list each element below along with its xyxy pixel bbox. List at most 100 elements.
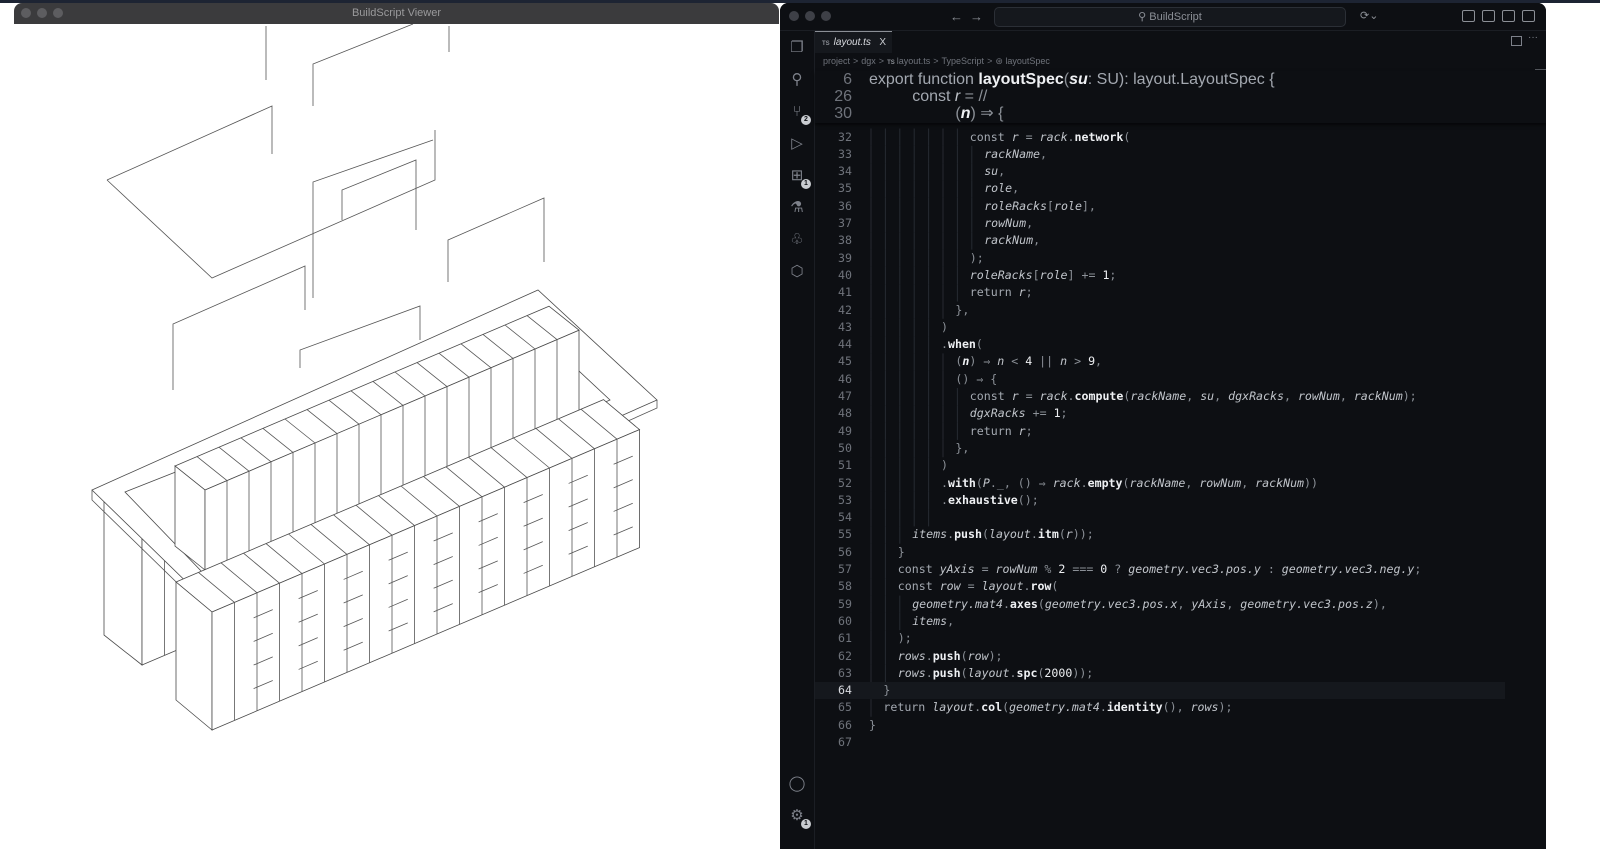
code-token: ( <box>960 665 968 680</box>
code-token: ( <box>975 337 983 352</box>
code-text: rows.push(layout.spc(2000)); <box>898 665 1094 682</box>
code-text: ) <box>941 457 948 474</box>
line-number: 67 <box>838 735 852 749</box>
line-number: 63 <box>838 665 852 680</box>
code-line[interactable]: 60 items, <box>815 613 1505 630</box>
cable-tray-line <box>341 159 417 230</box>
code-token: < <box>1004 354 1026 369</box>
code-line[interactable]: 45 (n) ⇒ n < 4 || n > 9, <box>815 353 1505 370</box>
code-token: , <box>1040 146 1048 161</box>
search-icon[interactable]: ⚲ <box>788 71 806 89</box>
code-line[interactable]: 64} <box>815 682 1505 700</box>
code-text: const r = rack.compute(rackName, su, dgx… <box>970 388 1417 405</box>
code-line[interactable]: 58 const row = layout.row( <box>815 578 1505 595</box>
code-text: }, <box>955 302 969 319</box>
code-line[interactable]: 59 geometry.mat4.axes(geometry.vec3.pos.x… <box>815 596 1505 613</box>
code-token: . <box>941 492 948 507</box>
3d-viewport[interactable] <box>14 24 779 843</box>
code-token: )) <box>1304 475 1319 490</box>
code-token: }, <box>955 440 970 455</box>
code-line[interactable]: 63 rows.push(layout.spc(2000)); <box>815 665 1505 682</box>
code-text: role, <box>984 180 1019 197</box>
code-token: rows <box>897 665 926 680</box>
code-line[interactable]: 52 .with(P._, () ⇒ rack.empty(rackName, r… <box>815 475 1505 492</box>
code-line[interactable]: 48 dgxRacks += 1; <box>815 405 1505 422</box>
cable-tray-line <box>172 265 306 390</box>
code-line[interactable]: 54 <box>815 509 1505 526</box>
code-line[interactable]: 53 .exhaustive(); <box>815 492 1505 509</box>
code-line[interactable]: 30 (n) ⇒ { <box>815 105 1505 122</box>
code-line[interactable]: 66} <box>815 717 1505 734</box>
account-icon[interactable]: ◯ <box>788 775 806 793</box>
testing-flask-icon[interactable]: ⚗ <box>788 199 806 217</box>
code-token: rowNum <box>984 216 1027 230</box>
code-line[interactable]: 39); <box>815 250 1505 267</box>
code-line[interactable]: 65 return layout.col(geometry.mat4.identi… <box>815 699 1505 716</box>
code-token: (), <box>1162 700 1191 715</box>
code-line[interactable]: 67 <box>815 734 1505 751</box>
code-token: const <box>897 562 940 576</box>
code-text: }, <box>955 440 969 457</box>
line-number: 35 <box>838 181 852 196</box>
code-line[interactable]: 38 rackNum, <box>815 232 1505 249</box>
code-line[interactable]: 34 su, <box>815 163 1505 180</box>
close-window-button[interactable] <box>789 11 799 21</box>
package-box-icon[interactable]: ⬡ <box>788 263 806 281</box>
line-number: 43 <box>838 319 852 334</box>
code-line[interactable]: 41 return r; <box>815 284 1505 301</box>
source-control-icon[interactable]: ⑂ 2 <box>788 103 811 125</box>
code-line[interactable]: 62 rows.push(row); <box>815 648 1505 665</box>
minimize-window-button[interactable] <box>805 11 815 21</box>
code-token: , <box>1226 596 1241 611</box>
code-text: const r = rack.network( <box>970 129 1131 146</box>
code-editor[interactable]: 32 const r = rack.network(33 rackName, 34 su… <box>815 3 1546 849</box>
code-token: itm <box>1037 527 1059 542</box>
code-line[interactable]: 6 export function layoutSpec(su: SU): lay… <box>815 71 1505 88</box>
line-number: 33 <box>838 146 852 161</box>
cable-tray-plane <box>106 105 273 181</box>
extensions-icon[interactable]: ⊞ 1 <box>788 167 811 189</box>
code-line[interactable]: 35 role, <box>815 180 1505 197</box>
code-token: n <box>960 105 971 122</box>
code-line[interactable]: 55 items.push(layout.itm(r)); <box>815 526 1505 543</box>
code-line[interactable]: 46 () ⇒ { <box>815 371 1505 388</box>
run-debug-icon[interactable]: ▷ <box>788 135 806 153</box>
line-number: 34 <box>838 164 852 179</box>
code-token: ; <box>1414 562 1422 576</box>
explorer-icon[interactable]: ❐ <box>788 39 806 57</box>
code-line[interactable]: 49 return r; <box>815 423 1505 440</box>
code-token: 9 <box>1088 354 1096 369</box>
line-number: 41 <box>838 285 852 300</box>
code-line[interactable]: 47 const r = rack.compute(rackName, su, d… <box>815 388 1505 405</box>
code-text: (n) ⇒ n < 4 || n > 9, <box>955 353 1102 370</box>
code-line[interactable]: 37 rowNum, <box>815 215 1505 232</box>
code-token: ); <box>897 631 912 646</box>
code-line[interactable]: 36 roleRacks[role], <box>815 198 1505 215</box>
code-token: push <box>954 527 982 542</box>
code-token: layout <box>932 700 975 715</box>
code-line[interactable]: 33 rackName, <box>815 146 1505 163</box>
code-line[interactable]: 32 const r = rack.network( <box>815 129 1505 146</box>
code-text: ); <box>970 250 984 267</box>
code-line[interactable]: 56} <box>815 544 1505 561</box>
code-token: rackName <box>1129 475 1186 490</box>
code-line[interactable]: 44 .when( <box>815 336 1505 353</box>
code-line[interactable]: 43) <box>815 319 1505 336</box>
code-line[interactable]: 40 roleRacks[role] += 1; <box>815 267 1505 284</box>
code-token: col <box>981 700 1003 715</box>
code-token: . <box>925 665 933 680</box>
code-line[interactable]: 42}, <box>815 302 1505 319</box>
code-token: . <box>1030 527 1038 542</box>
settings-gear-icon[interactable]: ⚙ 1 <box>788 807 811 829</box>
code-line[interactable]: 50}, <box>815 440 1505 457</box>
code-line[interactable]: 51) <box>815 457 1505 474</box>
code-line[interactable]: 61); <box>815 630 1505 647</box>
line-number: 58 <box>838 579 852 594</box>
viewer-title: BuildScript Viewer <box>351 7 442 19</box>
code-token: yAxis <box>1191 596 1227 611</box>
sticky-scroll-header[interactable]: 6 export function layoutSpec(su: SU): lay… <box>815 71 1546 123</box>
tree-icon[interactable]: ♧ <box>788 231 806 249</box>
code-line[interactable]: 26 const r = // <box>815 88 1505 105</box>
code-line[interactable]: 57 const yAxis = rowNum % 2 === 0 ? geome… <box>815 561 1505 578</box>
code-token: ( <box>982 527 989 542</box>
